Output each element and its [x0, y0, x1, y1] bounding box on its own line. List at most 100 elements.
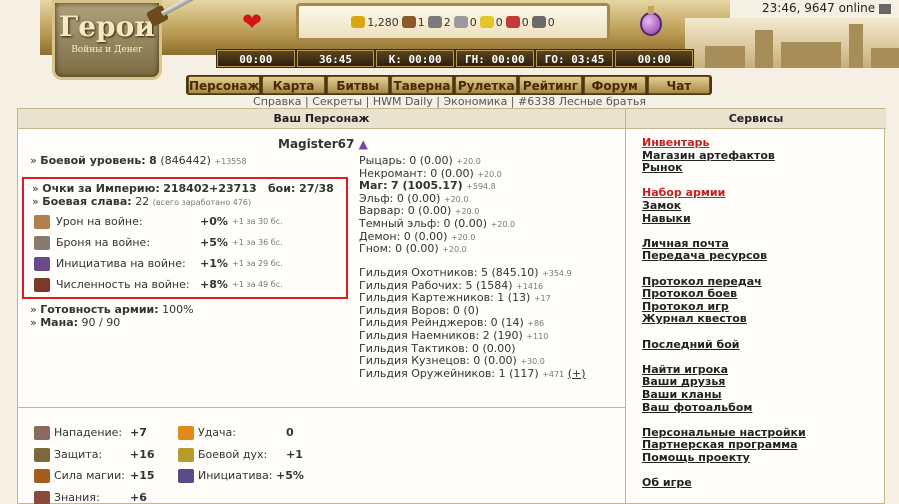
timer-2: К: 00:00: [376, 50, 455, 67]
service-link[interactable]: Передача ресурсов: [642, 250, 767, 262]
war-bonus-note: +1 за 36 бс.: [232, 238, 283, 247]
section-divider: [18, 407, 626, 408]
service-link[interactable]: Навыки: [642, 212, 691, 225]
nav-item-0[interactable]: Персонаж: [188, 76, 261, 94]
resource-item: 2: [427, 16, 451, 29]
service-link[interactable]: Журнал квестов: [642, 313, 747, 325]
nav-item-2[interactable]: Битвы: [326, 76, 389, 94]
resource-item: 0: [531, 16, 555, 29]
glory-row: » Боевая слава: 22 (всего заработано 476…: [32, 195, 252, 208]
guild-name: Гильдия Тактиков:: [359, 341, 469, 355]
service-link[interactable]: Инвентарь: [642, 137, 709, 149]
service-link[interactable]: Рынок: [642, 162, 683, 174]
empire-points-label: Очки за Империю:: [42, 182, 160, 195]
stat-row: Удача:: [178, 426, 236, 440]
character-panel: Ваш Персонаж Magister67 ▲ » Боевой урове…: [18, 109, 626, 504]
faction-value: 7 (1005.17): [391, 179, 463, 193]
war-bonus-label: Инициатива на войне:: [56, 257, 186, 270]
stat-label: Сила магии:: [54, 469, 125, 482]
service-link[interactable]: Протокол игр: [642, 300, 729, 313]
wizard-hat-icon: ▲: [358, 137, 368, 151]
nav-item-5[interactable]: Рейтинг: [519, 76, 582, 94]
war-bonus-row: Численность на войне: +8% +1 за 49 бс.: [34, 276, 352, 293]
stat-row: Инициатива:: [178, 469, 272, 483]
faction-delta: +594.8: [466, 182, 496, 192]
top-link-2[interactable]: HWM Daily: [373, 95, 433, 108]
top-links: Справка | Секреты | HWM Daily | Экономик…: [0, 96, 899, 108]
guild-expand-button[interactable]: (+): [568, 367, 586, 380]
nav-item-7[interactable]: Чат: [647, 76, 710, 94]
top-link-3[interactable]: Экономика: [444, 95, 508, 108]
nickname-text: Magister67: [278, 137, 355, 151]
glory-note: (всего заработано 476): [152, 198, 252, 207]
service-link[interactable]: Ваши друзья: [642, 376, 725, 388]
service-link[interactable]: Об игре: [642, 477, 692, 489]
service-link[interactable]: Ваш фотоальбом: [642, 401, 752, 414]
service-link[interactable]: Протокол передач: [642, 275, 762, 288]
war-bonus-value: +5%: [200, 236, 228, 249]
main-nav: Персонаж Карта Битвы Таверна Рулетка Рейтинг Ф…: [186, 75, 712, 95]
service-link[interactable]: Партнерская программа: [642, 439, 798, 451]
potion-icon[interactable]: [640, 6, 662, 36]
timer-3: ГН: 00:00: [456, 50, 534, 67]
nav-item-6[interactable]: Форум: [583, 76, 646, 94]
service-link[interactable]: Персональные настройки: [642, 426, 806, 439]
combat-level-delta: +13558: [214, 157, 247, 166]
timer-row: 00:00 36:45 К: 00:00 ГН: 00:00 ГО: 03:45 00:0…: [216, 49, 694, 68]
timer-1: 36:45: [296, 50, 375, 67]
faction-value: 0 (0.00): [403, 229, 448, 243]
faction-value: 0 (0.00): [395, 242, 439, 256]
service-link[interactable]: Помощь проекту: [642, 452, 750, 464]
guild-value: 0 (0.00): [471, 341, 516, 355]
faction-delta: +20.0: [477, 169, 502, 179]
faction-row: Гном: 0 (0.00) +20.0: [359, 243, 467, 256]
nav-item-1[interactable]: Карта: [262, 76, 325, 94]
top-link-4[interactable]: #6338 Лесные братья: [518, 95, 646, 108]
nav-item-4[interactable]: Рулетка: [455, 76, 518, 94]
combat-level-value: 8: [149, 154, 157, 167]
faction-name: Варвар:: [359, 204, 405, 218]
nickname[interactable]: Magister67 ▲: [278, 137, 368, 151]
stat-value: +1: [286, 447, 303, 461]
top-link-1[interactable]: Секреты: [312, 95, 362, 108]
faction-name: Темный эльф:: [359, 217, 440, 230]
stat-value: +15: [130, 469, 155, 482]
nav-item-3[interactable]: Таверна: [390, 76, 454, 94]
service-link[interactable]: Последний бой: [642, 338, 739, 351]
war-bonus-value: +8%: [200, 278, 228, 291]
guild-value: 0 (0.00): [473, 354, 517, 368]
service-link[interactable]: Личная почта: [642, 237, 729, 250]
top-link-0[interactable]: Справка: [253, 95, 301, 108]
service-link[interactable]: Набор армии: [642, 187, 725, 199]
stat-row: Сила магии:: [34, 469, 125, 483]
army-readiness-value: 100%: [162, 303, 194, 316]
knowledge-icon: [34, 490, 50, 504]
service-link[interactable]: Ваши кланы: [642, 389, 722, 401]
stat-label: Знания:: [54, 490, 100, 504]
resource-item: 0: [453, 16, 477, 29]
combat-level-label: Боевой уровень:: [40, 154, 146, 167]
resource-item: 1,280: [351, 16, 399, 29]
service-link[interactable]: Замок: [642, 200, 681, 212]
gem-icon: [531, 16, 546, 28]
war-bonus-note: +1 за 49 бс.: [232, 280, 283, 289]
header: Герои Войны и Денег ❤ 1,280 1 2 0 0 0 0 23:46,…: [0, 0, 899, 96]
armor-icon: [34, 235, 50, 250]
guild-delta: +354.9: [542, 269, 572, 278]
mana-row: » Мана: 90 / 90: [30, 316, 121, 329]
print-icon[interactable]: [879, 3, 891, 14]
service-link[interactable]: Магазин артефактов: [642, 149, 775, 162]
guild-value: 1 (13): [497, 291, 531, 305]
mana-label: Мана:: [40, 316, 79, 329]
service-link[interactable]: Протокол боев: [642, 288, 737, 300]
timer-5: 00:00: [615, 50, 694, 67]
stat-value: 0: [286, 426, 294, 439]
guild-value: 1 (117): [498, 366, 539, 380]
stat-value: +7: [130, 426, 147, 439]
ore-icon: [427, 16, 442, 28]
main-panel: Ваш Персонаж Magister67 ▲ » Боевой урове…: [17, 108, 886, 504]
health-heart-icon[interactable]: ❤: [242, 10, 262, 34]
glory-label: Боевая слава:: [42, 195, 132, 208]
service-link[interactable]: Найти игрока: [642, 363, 728, 376]
stat-value: +16: [130, 447, 155, 461]
